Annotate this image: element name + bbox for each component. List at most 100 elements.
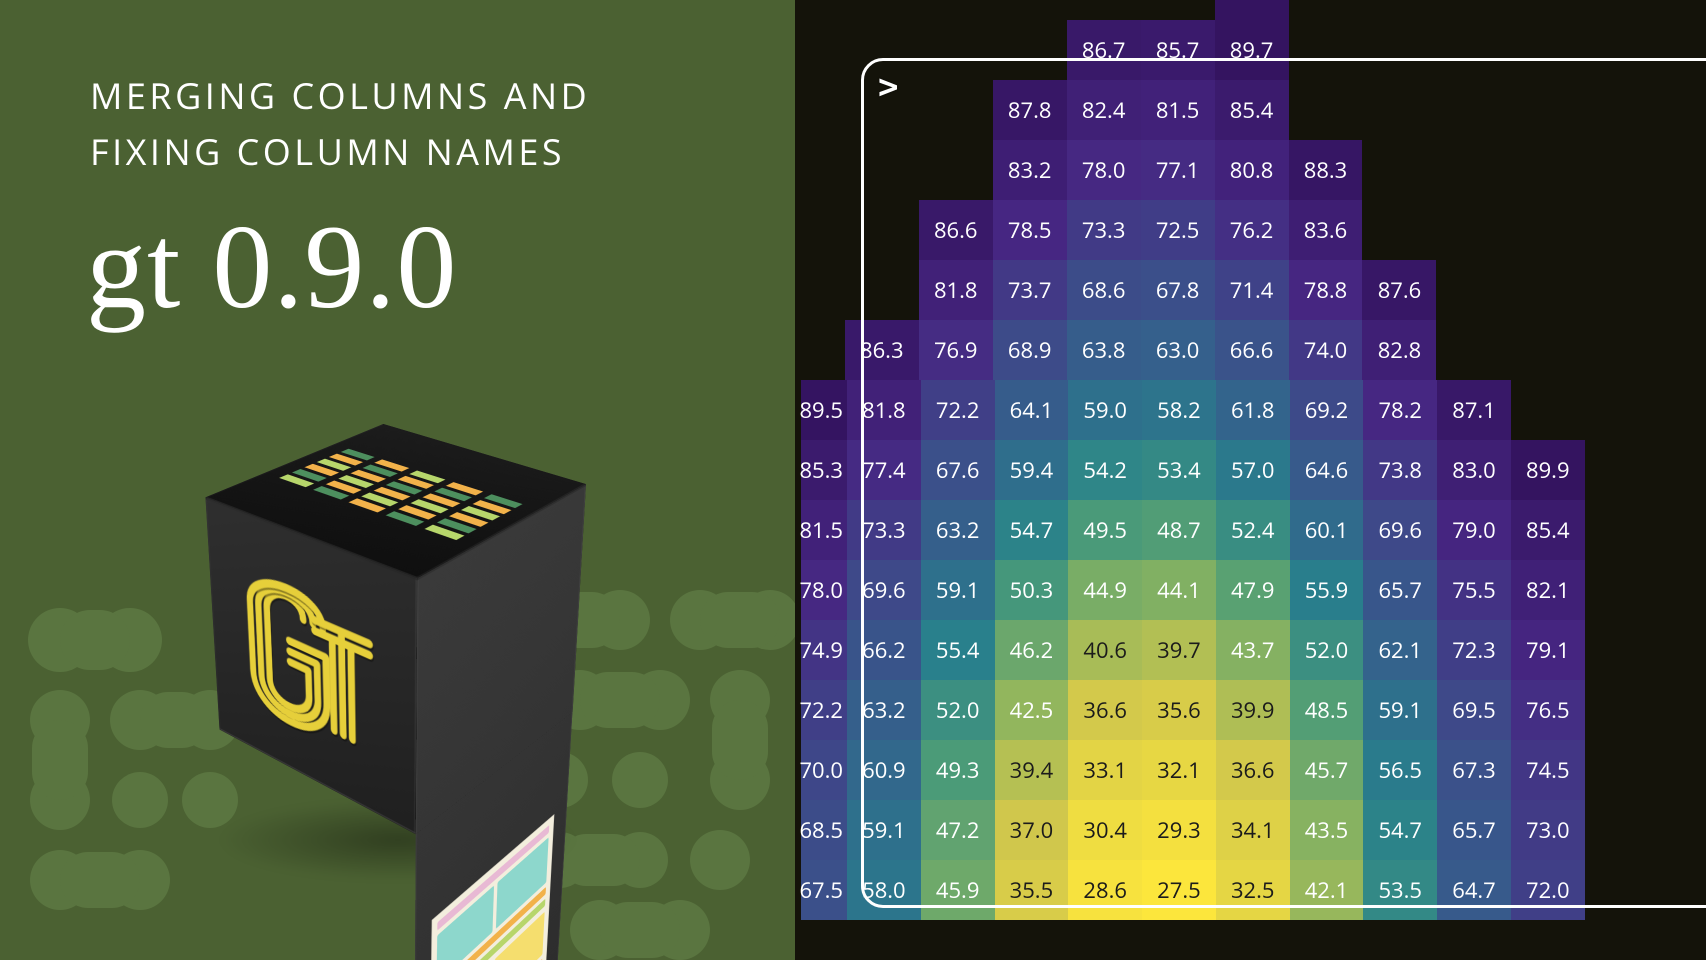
heatmap-cell: 64.1 — [995, 380, 1069, 440]
heatmap-cell: 81.5 — [801, 500, 847, 560]
heatmap-cell — [1658, 500, 1706, 560]
heatmap-cell: 32.5 — [1216, 860, 1290, 920]
heatmap-cell: 76.2 — [1215, 200, 1289, 260]
heatmap-cell — [1584, 140, 1658, 200]
heatmap-cell: 44.1 — [1142, 560, 1216, 620]
heatmap-cell: 79.1 — [1511, 620, 1585, 680]
heatmap-cell — [1585, 500, 1659, 560]
heatmap-cell: 35.6 — [1142, 680, 1216, 740]
heatmap-cell — [1436, 320, 1510, 380]
heatmap-cell — [1289, 0, 1363, 20]
heatmap-cell: 83.6 — [1289, 200, 1363, 260]
stage: MERGING COLUMNS AND FIXING COLUMN NAMES … — [0, 0, 1706, 960]
heatmap-cell — [1585, 740, 1659, 800]
heatmap-cell: 55.4 — [921, 620, 995, 680]
heatmap-cell — [845, 140, 919, 200]
heatmap-cell — [1436, 260, 1510, 320]
heatmap-cell: 67.6 — [921, 440, 995, 500]
heatmap-cell — [1067, 0, 1141, 20]
heatmap-cell: 74.0 — [1289, 320, 1363, 380]
heatmap-cell: 59.1 — [921, 560, 995, 620]
heatmap-cell: 36.6 — [1216, 740, 1290, 800]
heatmap-cell: 59.1 — [1363, 680, 1437, 740]
heatmap-cell — [1436, 200, 1510, 260]
heatmap-cell: 81.5 — [1141, 80, 1215, 140]
heatmap-cell — [845, 80, 919, 140]
heatmap-cell: 89.9 — [1511, 440, 1585, 500]
heatmap-cell: 58.0 — [847, 860, 921, 920]
heatmap-cell — [1584, 260, 1658, 320]
heatmap-cell: 27.5 — [1142, 860, 1216, 920]
heatmap-cell — [1511, 380, 1585, 440]
heatmap-cell: 85.4 — [1215, 80, 1289, 140]
heatmap-cell: 57.0 — [1216, 440, 1290, 500]
heatmap-cell — [1584, 20, 1658, 80]
heatmap-cell — [1585, 620, 1659, 680]
heatmap-cell — [1658, 20, 1706, 80]
cube — [323, 493, 481, 732]
heatmap-cell: 72.2 — [921, 380, 995, 440]
heatmap-cell — [1584, 320, 1658, 380]
heatmap-cell: 87.6 — [1362, 260, 1436, 320]
heatmap-cell — [919, 20, 993, 80]
heatmap-cell — [1585, 860, 1659, 920]
heatmap-cell: 72.3 — [1437, 620, 1511, 680]
heatmap-cell — [845, 0, 919, 20]
heatmap-cell — [801, 200, 845, 260]
heatmap-cell: 35.5 — [995, 860, 1069, 920]
heatmap-cell: 68.6 — [1067, 260, 1141, 320]
heatmap-cell — [1585, 800, 1659, 860]
heatmap-cell: 63.2 — [921, 500, 995, 560]
heatmap-cell: 63.2 — [847, 680, 921, 740]
heatmap-cell — [1658, 0, 1706, 20]
heatmap-cell: 80.8 — [1215, 140, 1289, 200]
heatmap-cell: 67.8 — [1141, 260, 1215, 320]
heatmap-cell: 64.7 — [1437, 860, 1511, 920]
heatmap-cell: 45.9 — [921, 860, 995, 920]
heatmap-cell: 81.8 — [847, 380, 921, 440]
heatmap-cell — [1658, 680, 1706, 740]
heatmap-cell: 52.0 — [921, 680, 995, 740]
heatmap-cell: 79.0 — [1437, 500, 1511, 560]
heatmap-cell: 43.7 — [1216, 620, 1290, 680]
heatmap-cell — [1436, 80, 1510, 140]
heatmap-cell: 39.9 — [1216, 680, 1290, 740]
heatmap-cell: 42.5 — [995, 680, 1069, 740]
heatmap-cell: 58.2 — [1142, 380, 1216, 440]
heatmap-cell: 74.5 — [1511, 740, 1585, 800]
heatmap-cell — [919, 140, 993, 200]
heatmap-cell — [1141, 0, 1215, 20]
heatmap-cell: 78.0 — [1067, 140, 1141, 200]
heatmap-cell: 87.8 — [993, 80, 1067, 140]
heatmap-cell — [801, 20, 845, 80]
heatmap-cell — [1510, 200, 1584, 260]
heatmap-cell — [1510, 320, 1584, 380]
heatmap-cell: 47.2 — [921, 800, 995, 860]
heatmap-cell: 82.4 — [1067, 80, 1141, 140]
heatmap-cell — [1362, 20, 1436, 80]
heatmap-cell — [1585, 380, 1659, 440]
heatmap-cell — [919, 80, 993, 140]
heatmap-cell: 71.4 — [1215, 260, 1289, 320]
heatmap-cell: 89.7 — [1215, 0, 1289, 20]
heatmap-cell — [919, 0, 993, 20]
heatmap-cell: 56.5 — [1363, 740, 1437, 800]
heatmap-cell: 36.6 — [1068, 680, 1142, 740]
heatmap-cell — [1658, 200, 1706, 260]
heatmap-cell: 78.2 — [1363, 380, 1437, 440]
heatmap-cell: 44.9 — [1068, 560, 1142, 620]
heatmap-cell — [1658, 440, 1706, 500]
heatmap-cell: 65.7 — [1437, 800, 1511, 860]
heatmap-cell: 43.5 — [1290, 800, 1364, 860]
heatmap-cell — [801, 80, 845, 140]
heatmap-cell: 47.9 — [1216, 560, 1290, 620]
heatmap-grid: 89.786.785.789.787.882.481.585.483.278.0… — [795, 0, 1706, 960]
heatmap-cell: 54.7 — [995, 500, 1069, 560]
heatmap-cell: 66.6 — [1215, 320, 1289, 380]
heatmap-cell: 64.6 — [1290, 440, 1364, 500]
heatmap-cell: 59.4 — [995, 440, 1069, 500]
heatmap-cell — [1436, 0, 1510, 20]
heatmap-cell: 52.0 — [1290, 620, 1364, 680]
heatmap-cell: 61.8 — [1216, 380, 1290, 440]
heatmap-cell: 86.6 — [919, 200, 993, 260]
